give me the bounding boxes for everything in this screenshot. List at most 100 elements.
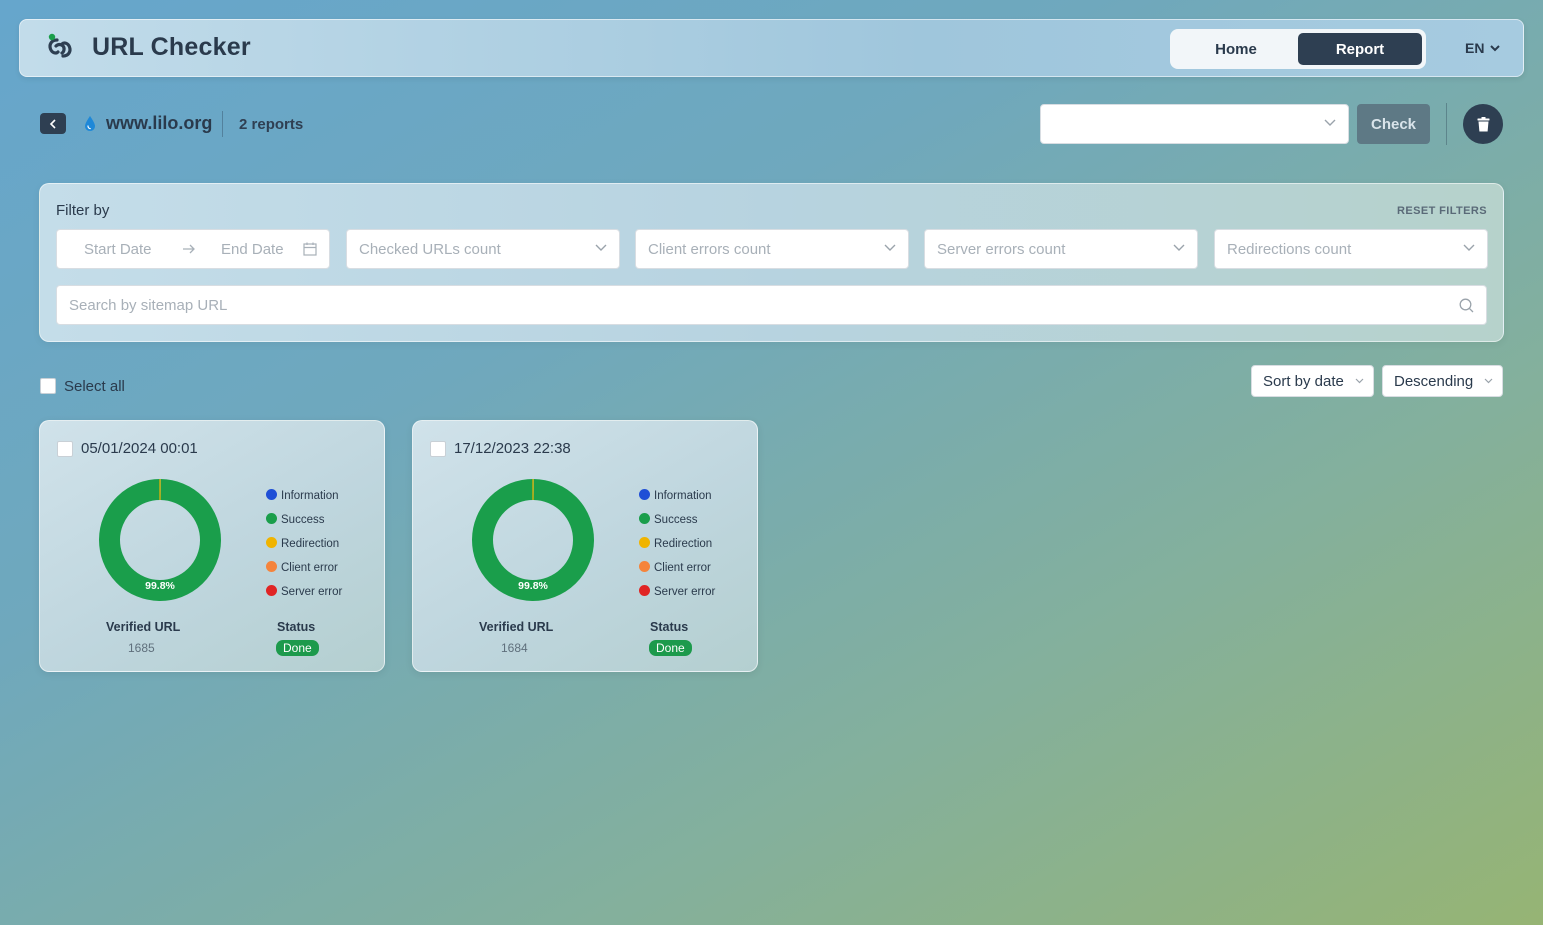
- legend-label: Redirection: [281, 538, 340, 550]
- reset-filters-button[interactable]: RESET FILTERS: [1397, 205, 1487, 217]
- redirections-count-select[interactable]: Redirections count: [1214, 229, 1488, 269]
- donut-success-label: 99.8%: [145, 580, 175, 592]
- main-nav: Home Report: [1170, 29, 1426, 69]
- legend-label: Server error: [654, 586, 716, 598]
- report-card[interactable]: 05/01/2024 00:01 99.8% Information Succe…: [39, 420, 385, 672]
- checked-urls-count-select[interactable]: Checked URLs count: [346, 229, 620, 269]
- sort-order-value: Descending: [1394, 373, 1474, 390]
- filter-title: Filter by: [56, 202, 110, 219]
- legend-dot: [639, 488, 650, 500]
- app-title: URL Checker: [92, 33, 251, 61]
- server-errors-count-select[interactable]: Server errors count: [924, 229, 1198, 269]
- chevron-down-icon: [1324, 119, 1336, 126]
- trash-icon: [1477, 116, 1489, 131]
- report-select-checkbox[interactable]: [430, 441, 446, 457]
- delete-button[interactable]: [1463, 104, 1503, 144]
- status-label: Status: [650, 620, 689, 634]
- search-icon: [1459, 298, 1474, 313]
- calendar-icon: [303, 242, 317, 256]
- verified-url-count: 1685: [128, 641, 155, 655]
- report-date: 17/12/2023 22:38: [454, 440, 571, 457]
- reports-count: 2 reports: [239, 116, 304, 133]
- select-all-checkbox[interactable]: [40, 378, 56, 394]
- chevron-down-icon: [595, 244, 607, 251]
- language-label: EN: [1465, 40, 1485, 56]
- site-favicon-drop-icon: [85, 116, 95, 131]
- sort-by-select[interactable]: Sort by date: [1251, 365, 1374, 397]
- verified-url-label: Verified URL: [106, 620, 181, 634]
- filter-panel: Filter by RESET FILTERS Start Date End D…: [39, 183, 1504, 342]
- legend-item-client-error: Client error: [266, 556, 342, 580]
- redirections-count-placeholder: Redirections count: [1227, 241, 1352, 258]
- legend-label: Information: [654, 490, 712, 502]
- legend-dot: [639, 536, 650, 548]
- legend-label: Client error: [654, 562, 711, 574]
- date-range-picker[interactable]: Start Date End Date: [56, 229, 330, 269]
- sort-by-value: Sort by date: [1263, 373, 1344, 390]
- status-donut-chart: 99.8%: [99, 479, 221, 601]
- site-name: www.lilo.org: [106, 113, 213, 133]
- back-button[interactable]: [40, 113, 66, 134]
- legend-item-information: Information: [266, 484, 342, 508]
- donut-success-slice: [472, 479, 594, 601]
- legend-item-redirection: Redirection: [266, 532, 342, 556]
- legend-item-redirection: Redirection: [639, 532, 715, 556]
- nav-report-tab[interactable]: Report: [1298, 33, 1422, 65]
- legend-item-client-error: Client error: [639, 556, 715, 580]
- chevron-down-icon: [1355, 378, 1364, 384]
- sitemap-url-select[interactable]: [1040, 104, 1349, 144]
- status-badge: Done: [276, 640, 319, 656]
- divider: [222, 111, 223, 137]
- status-donut-chart: 99.8%: [472, 479, 594, 601]
- legend-label: Client error: [281, 562, 338, 574]
- client-errors-count-placeholder: Client errors count: [648, 241, 771, 258]
- language-selector[interactable]: EN: [1465, 40, 1501, 56]
- sitemap-search-input[interactable]: Search by sitemap URL: [56, 285, 1487, 325]
- legend-dot: [266, 560, 277, 572]
- legend-label: Information: [281, 490, 339, 502]
- app-header: URL Checker Home Report EN: [19, 19, 1524, 77]
- report-date: 05/01/2024 00:01: [81, 440, 198, 457]
- legend-item-information: Information: [639, 484, 715, 508]
- legend-item-server-error: Server error: [266, 580, 342, 604]
- select-all-label: Select all: [64, 378, 125, 395]
- chevron-down-icon: [1463, 244, 1475, 251]
- chevron-down-icon: [884, 244, 896, 251]
- client-errors-count-select[interactable]: Client errors count: [635, 229, 909, 269]
- start-date-input[interactable]: Start Date: [84, 241, 152, 258]
- verified-url-label: Verified URL: [479, 620, 554, 634]
- legend-item-server-error: Server error: [639, 580, 715, 604]
- status-label: Status: [277, 620, 316, 634]
- sort-order-select[interactable]: Descending: [1382, 365, 1503, 397]
- server-errors-count-placeholder: Server errors count: [937, 241, 1066, 258]
- legend-label: Server error: [281, 586, 343, 598]
- verified-url-count: 1684: [501, 641, 528, 655]
- end-date-input[interactable]: End Date: [221, 241, 284, 258]
- nav-home-tab[interactable]: Home: [1174, 33, 1298, 65]
- checked-urls-count-placeholder: Checked URLs count: [359, 241, 501, 258]
- chart-legend: Information Success Redirection Client e…: [266, 484, 342, 604]
- legend-dot: [639, 512, 650, 524]
- report-select-checkbox[interactable]: [57, 441, 73, 457]
- status-badge: Done: [649, 640, 692, 656]
- donut-success-slice: [99, 479, 221, 601]
- report-card[interactable]: 17/12/2023 22:38 99.8% Information Succe…: [412, 420, 758, 672]
- legend-dot: [266, 584, 277, 596]
- chevron-down-icon: [1490, 44, 1501, 51]
- donut-success-label: 99.8%: [518, 580, 548, 592]
- legend-label: Redirection: [654, 538, 713, 550]
- legend-label: Success: [654, 514, 698, 526]
- legend-dot: [266, 536, 277, 548]
- chevron-left-icon: [49, 118, 56, 129]
- divider: [1446, 103, 1447, 145]
- chart-legend: Information Success Redirection Client e…: [639, 484, 715, 604]
- chevron-down-icon: [1173, 244, 1185, 251]
- arrow-right-icon: [183, 244, 195, 254]
- legend-item-success: Success: [266, 508, 342, 532]
- legend-dot: [639, 584, 650, 596]
- legend-dot: [266, 488, 277, 500]
- chain-link-logo-icon: [48, 33, 72, 58]
- chevron-down-icon: [1484, 378, 1493, 384]
- check-button[interactable]: Check: [1357, 104, 1430, 144]
- legend-dot: [639, 560, 650, 572]
